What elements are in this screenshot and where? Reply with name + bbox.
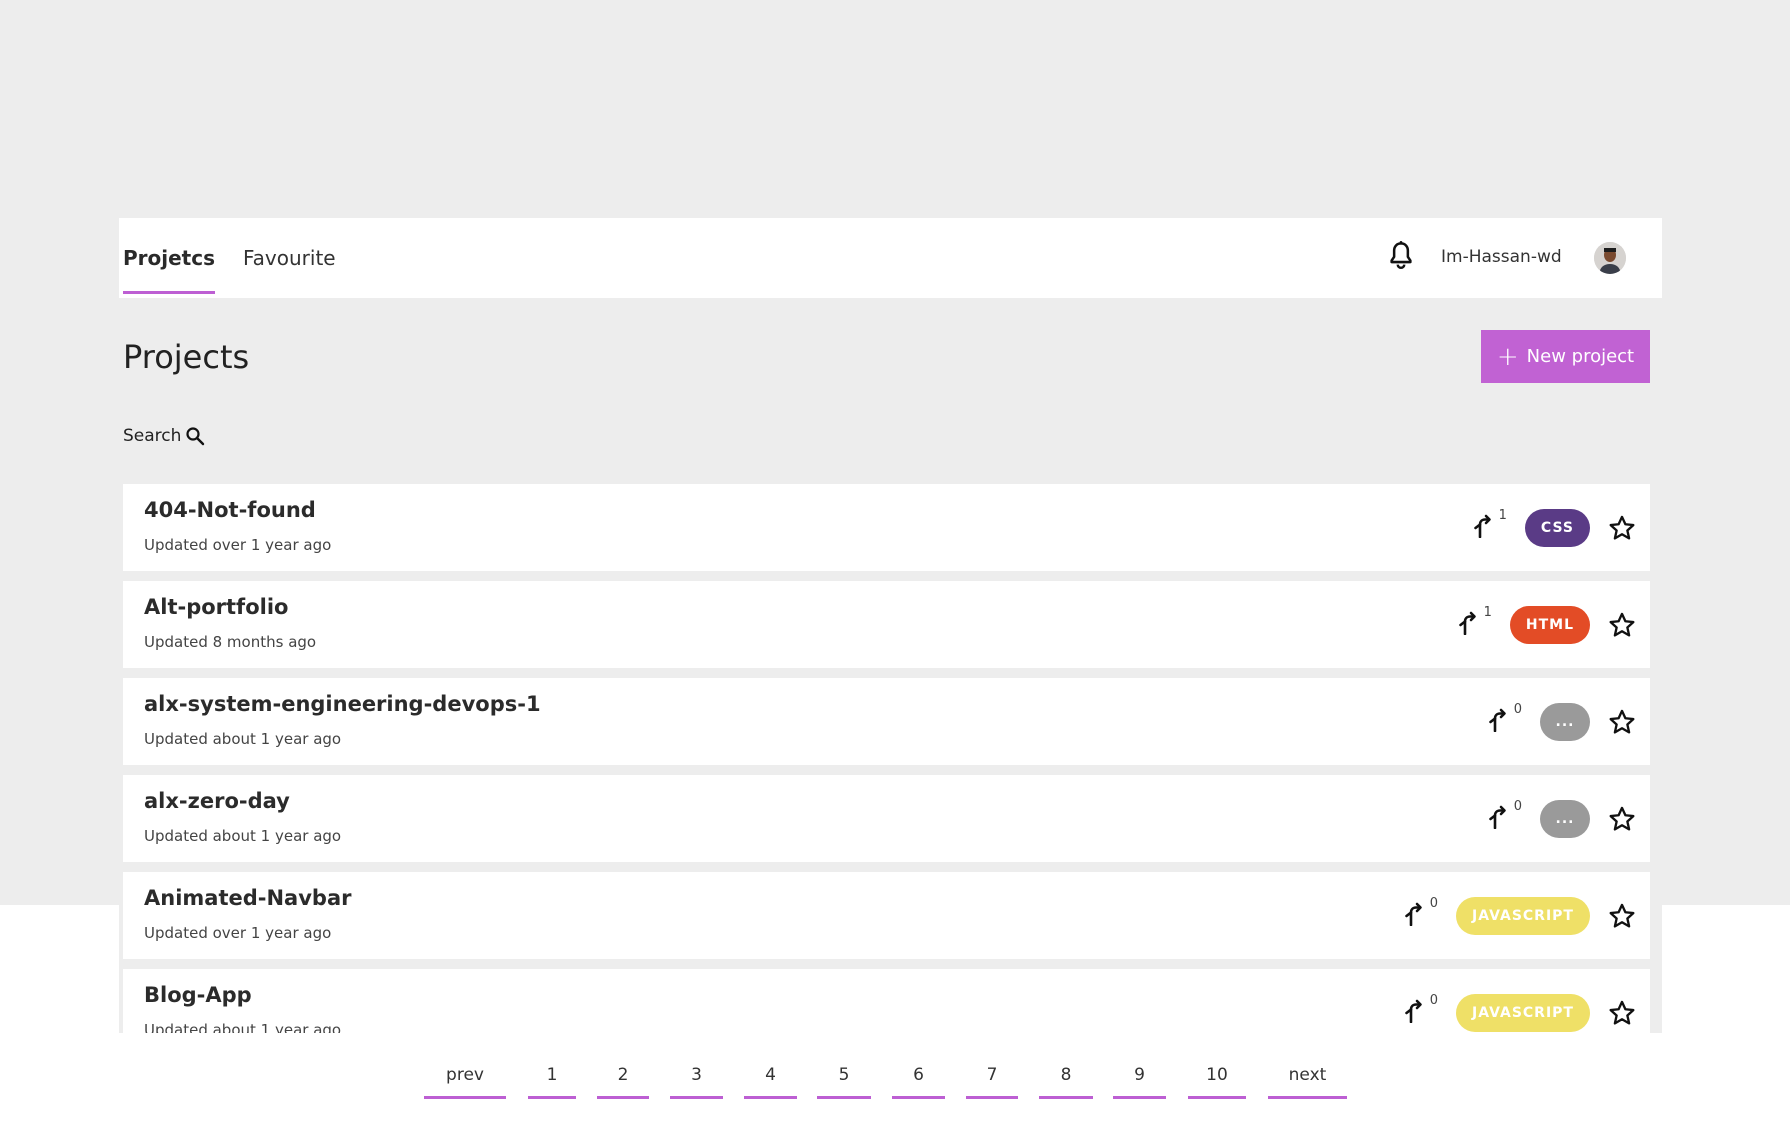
project-row[interactable]: Blog-App Updated about 1 year ago 0 JAVASCR… xyxy=(123,969,1650,1034)
pagination-page[interactable]: 5 xyxy=(817,1065,871,1099)
language-badge: CSS xyxy=(1524,509,1590,547)
pagination-next[interactable]: next xyxy=(1268,1065,1347,1099)
app-container: Projetcs Favourite Im-Hassan-wd Projects… xyxy=(119,218,1662,1034)
project-meta: 0 JAVASCRIPT xyxy=(1404,896,1636,936)
username[interactable]: Im-Hassan-wd xyxy=(1441,247,1562,267)
fork-count-value: 1 xyxy=(1498,508,1507,523)
language-badge: ... xyxy=(1540,703,1590,741)
fork-count: 0 xyxy=(1488,799,1522,833)
page-title: Projects xyxy=(123,338,250,376)
new-project-button[interactable]: + New project xyxy=(1481,330,1650,383)
plus-icon: + xyxy=(1496,341,1519,372)
project-row[interactable]: 404-Not-found Updated over 1 year ago 1 CSS xyxy=(123,484,1650,571)
star-icon[interactable] xyxy=(1608,611,1636,639)
pagination-page[interactable]: 6 xyxy=(892,1065,945,1099)
new-project-label: New project xyxy=(1526,346,1635,367)
project-meta: 0... xyxy=(1488,799,1636,839)
fork-icon xyxy=(1473,514,1493,542)
project-name[interactable]: alx-system-engineering-devops-1 xyxy=(144,692,541,716)
search-icon xyxy=(186,427,205,446)
pagination-page[interactable]: 9 xyxy=(1113,1065,1166,1099)
pagination-page[interactable]: 1 xyxy=(528,1065,576,1099)
bell-icon[interactable] xyxy=(1387,240,1415,272)
pagination-page[interactable]: 8 xyxy=(1039,1065,1093,1099)
top-navbar: Projetcs Favourite Im-Hassan-wd xyxy=(119,218,1662,298)
project-list: 404-Not-found Updated over 1 year ago 1 CSS… xyxy=(123,484,1650,1034)
pagination-page[interactable]: 7 xyxy=(966,1065,1018,1099)
fork-icon xyxy=(1404,902,1424,930)
fork-count-value: 0 xyxy=(1429,993,1439,1008)
star-icon[interactable] xyxy=(1608,514,1636,542)
fork-count: 1 xyxy=(1458,605,1492,639)
fork-count: 0 xyxy=(1404,896,1438,930)
project-row[interactable]: alx-system-engineering-devops-1 Updated a… xyxy=(123,678,1650,765)
fork-icon xyxy=(1488,805,1508,833)
pagination-prev[interactable]: prev xyxy=(424,1065,506,1099)
project-updated: Updated over 1 year ago xyxy=(144,536,332,554)
project-meta: 1 HTML xyxy=(1458,605,1636,645)
project-updated: Updated over 1 year ago xyxy=(144,924,332,942)
fork-count: 0 xyxy=(1488,702,1522,736)
fork-count-value: 0 xyxy=(1513,702,1522,717)
fork-icon xyxy=(1458,611,1478,639)
project-name[interactable]: 404-Not-found xyxy=(144,498,316,522)
fork-count-value: 0 xyxy=(1513,799,1522,814)
language-badge: JAVASCRIPT xyxy=(1456,994,1590,1032)
star-icon[interactable] xyxy=(1608,708,1636,736)
project-row[interactable]: Alt-portfolio Updated 8 months ago 1 HTML xyxy=(123,581,1650,668)
pagination-page[interactable]: 10 xyxy=(1188,1065,1246,1099)
pagination-page[interactable]: 4 xyxy=(744,1065,797,1099)
tab-projects[interactable]: Projetcs xyxy=(123,246,216,294)
pagination: prev 1 2 3 4 5 6 7 8 9 10 next xyxy=(0,1055,1790,1105)
project-updated: Updated about 1 year ago xyxy=(144,827,342,845)
project-meta: 1 CSS xyxy=(1473,508,1636,548)
project-row[interactable]: Animated-Navbar Updated over 1 year ago 0 J… xyxy=(123,872,1650,959)
project-updated: Updated 8 months ago xyxy=(144,633,317,651)
star-icon[interactable] xyxy=(1608,805,1636,833)
language-badge: ... xyxy=(1540,800,1590,838)
fork-count: 0 xyxy=(1404,993,1438,1027)
avatar[interactable] xyxy=(1594,242,1626,274)
search-label: Search xyxy=(123,426,182,446)
pagination-page[interactable]: 2 xyxy=(597,1065,649,1099)
project-updated: Updated about 1 year ago xyxy=(144,730,342,748)
project-name[interactable]: Alt-portfolio xyxy=(144,595,288,619)
project-row[interactable]: alx-zero-day Updated about 1 year ago 0... xyxy=(123,775,1650,862)
fork-count: 1 xyxy=(1473,508,1507,542)
fork-count-value: 1 xyxy=(1483,605,1492,620)
tab-favourite[interactable]: Favourite xyxy=(243,246,336,291)
language-badge: HTML xyxy=(1509,606,1590,644)
project-meta: 0... xyxy=(1488,702,1636,742)
fork-icon xyxy=(1404,999,1424,1027)
star-icon[interactable] xyxy=(1608,902,1636,930)
fork-count-value: 0 xyxy=(1429,896,1439,911)
pagination-page[interactable]: 3 xyxy=(670,1065,723,1099)
project-name[interactable]: alx-zero-day xyxy=(144,789,290,813)
search-toggle[interactable]: Search xyxy=(123,426,205,446)
star-icon[interactable] xyxy=(1608,999,1636,1027)
project-name[interactable]: Blog-App xyxy=(144,983,252,1007)
project-name[interactable]: Animated-Navbar xyxy=(144,886,351,910)
language-badge: JAVASCRIPT xyxy=(1456,897,1590,935)
fork-icon xyxy=(1488,708,1508,736)
project-meta: 0 JAVASCRIPT xyxy=(1404,993,1636,1033)
